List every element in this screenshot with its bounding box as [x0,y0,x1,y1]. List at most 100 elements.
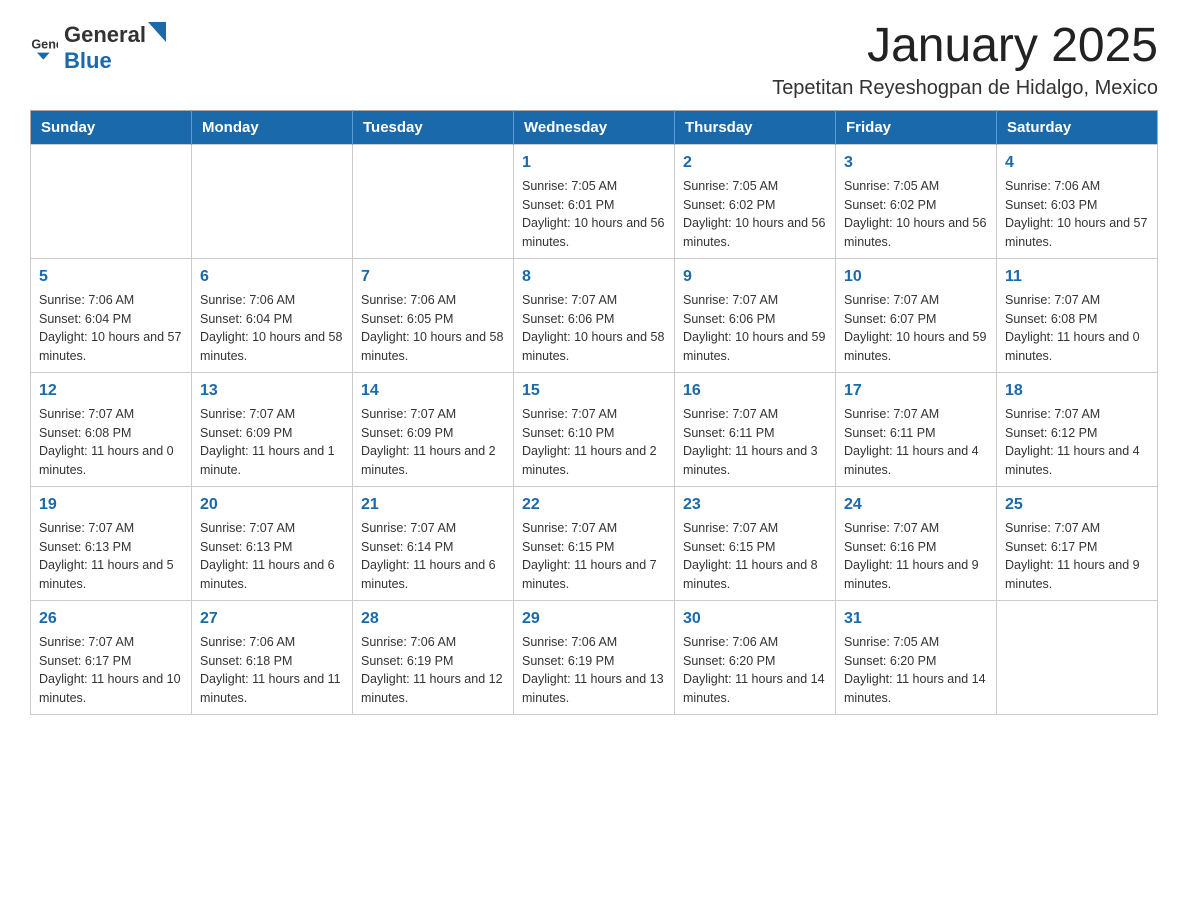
day-info: Sunrise: 7:07 AM Sunset: 6:16 PM Dayligh… [844,519,988,594]
day-number: 3 [844,151,988,175]
calendar-header-cell: Sunday [31,110,192,144]
calendar-day-cell [997,600,1158,714]
calendar-day-cell [353,144,514,258]
day-number: 1 [522,151,666,175]
calendar-day-cell: 11Sunrise: 7:07 AM Sunset: 6:08 PM Dayli… [997,258,1158,372]
month-title: January 2025 [772,20,1158,73]
calendar-day-cell: 4Sunrise: 7:06 AM Sunset: 6:03 PM Daylig… [997,144,1158,258]
day-info: Sunrise: 7:07 AM Sunset: 6:08 PM Dayligh… [39,405,183,480]
calendar-day-cell: 16Sunrise: 7:07 AM Sunset: 6:11 PM Dayli… [675,372,836,486]
calendar-week-row: 1Sunrise: 7:05 AM Sunset: 6:01 PM Daylig… [31,144,1158,258]
day-number: 9 [683,265,827,289]
day-number: 6 [200,265,344,289]
calendar-body: 1Sunrise: 7:05 AM Sunset: 6:01 PM Daylig… [31,144,1158,714]
calendar-day-cell: 13Sunrise: 7:07 AM Sunset: 6:09 PM Dayli… [192,372,353,486]
calendar-table: SundayMondayTuesdayWednesdayThursdayFrid… [30,110,1158,715]
calendar-header: SundayMondayTuesdayWednesdayThursdayFrid… [31,110,1158,144]
day-info: Sunrise: 7:06 AM Sunset: 6:19 PM Dayligh… [361,633,505,708]
day-number: 17 [844,379,988,403]
calendar-day-cell: 10Sunrise: 7:07 AM Sunset: 6:07 PM Dayli… [836,258,997,372]
day-number: 10 [844,265,988,289]
calendar-header-cell: Friday [836,110,997,144]
calendar-header-row: SundayMondayTuesdayWednesdayThursdayFrid… [31,110,1158,144]
svg-text:General: General [31,37,58,51]
day-info: Sunrise: 7:07 AM Sunset: 6:10 PM Dayligh… [522,405,666,480]
day-info: Sunrise: 7:07 AM Sunset: 6:09 PM Dayligh… [361,405,505,480]
logo-triangle-icon [148,22,168,44]
day-info: Sunrise: 7:05 AM Sunset: 6:20 PM Dayligh… [844,633,988,708]
logo-general-text: General [64,22,146,48]
calendar-week-row: 19Sunrise: 7:07 AM Sunset: 6:13 PM Dayli… [31,486,1158,600]
day-number: 25 [1005,493,1149,517]
day-info: Sunrise: 7:07 AM Sunset: 6:14 PM Dayligh… [361,519,505,594]
calendar-day-cell: 9Sunrise: 7:07 AM Sunset: 6:06 PM Daylig… [675,258,836,372]
day-info: Sunrise: 7:06 AM Sunset: 6:04 PM Dayligh… [39,291,183,366]
calendar-day-cell [192,144,353,258]
calendar-day-cell: 22Sunrise: 7:07 AM Sunset: 6:15 PM Dayli… [514,486,675,600]
calendar-day-cell: 3Sunrise: 7:05 AM Sunset: 6:02 PM Daylig… [836,144,997,258]
day-info: Sunrise: 7:06 AM Sunset: 6:18 PM Dayligh… [200,633,344,708]
calendar-day-cell [31,144,192,258]
logo: General General Blue [30,20,170,74]
day-info: Sunrise: 7:07 AM Sunset: 6:15 PM Dayligh… [522,519,666,594]
day-info: Sunrise: 7:07 AM Sunset: 6:12 PM Dayligh… [1005,405,1149,480]
calendar-week-row: 12Sunrise: 7:07 AM Sunset: 6:08 PM Dayli… [31,372,1158,486]
calendar-header-cell: Monday [192,110,353,144]
day-number: 29 [522,607,666,631]
day-number: 27 [200,607,344,631]
calendar-day-cell: 1Sunrise: 7:05 AM Sunset: 6:01 PM Daylig… [514,144,675,258]
day-number: 31 [844,607,988,631]
calendar-week-row: 26Sunrise: 7:07 AM Sunset: 6:17 PM Dayli… [31,600,1158,714]
day-number: 8 [522,265,666,289]
calendar-day-cell: 14Sunrise: 7:07 AM Sunset: 6:09 PM Dayli… [353,372,514,486]
calendar-day-cell: 26Sunrise: 7:07 AM Sunset: 6:17 PM Dayli… [31,600,192,714]
day-number: 15 [522,379,666,403]
logo-icon: General [30,33,58,61]
calendar-day-cell: 29Sunrise: 7:06 AM Sunset: 6:19 PM Dayli… [514,600,675,714]
calendar-day-cell: 5Sunrise: 7:06 AM Sunset: 6:04 PM Daylig… [31,258,192,372]
day-number: 2 [683,151,827,175]
calendar-day-cell: 21Sunrise: 7:07 AM Sunset: 6:14 PM Dayli… [353,486,514,600]
calendar-day-cell: 7Sunrise: 7:06 AM Sunset: 6:05 PM Daylig… [353,258,514,372]
calendar-day-cell: 15Sunrise: 7:07 AM Sunset: 6:10 PM Dayli… [514,372,675,486]
day-number: 30 [683,607,827,631]
calendar-day-cell: 31Sunrise: 7:05 AM Sunset: 6:20 PM Dayli… [836,600,997,714]
day-number: 22 [522,493,666,517]
day-info: Sunrise: 7:07 AM Sunset: 6:17 PM Dayligh… [39,633,183,708]
day-info: Sunrise: 7:07 AM Sunset: 6:09 PM Dayligh… [200,405,344,480]
day-number: 7 [361,265,505,289]
calendar-day-cell: 6Sunrise: 7:06 AM Sunset: 6:04 PM Daylig… [192,258,353,372]
day-info: Sunrise: 7:07 AM Sunset: 6:06 PM Dayligh… [522,291,666,366]
calendar-day-cell: 24Sunrise: 7:07 AM Sunset: 6:16 PM Dayli… [836,486,997,600]
day-info: Sunrise: 7:06 AM Sunset: 6:20 PM Dayligh… [683,633,827,708]
day-info: Sunrise: 7:05 AM Sunset: 6:02 PM Dayligh… [844,177,988,252]
calendar-header-cell: Saturday [997,110,1158,144]
calendar-day-cell: 17Sunrise: 7:07 AM Sunset: 6:11 PM Dayli… [836,372,997,486]
day-info: Sunrise: 7:07 AM Sunset: 6:17 PM Dayligh… [1005,519,1149,594]
calendar-header-cell: Thursday [675,110,836,144]
calendar-day-cell: 20Sunrise: 7:07 AM Sunset: 6:13 PM Dayli… [192,486,353,600]
day-info: Sunrise: 7:07 AM Sunset: 6:13 PM Dayligh… [39,519,183,594]
calendar-day-cell: 2Sunrise: 7:05 AM Sunset: 6:02 PM Daylig… [675,144,836,258]
day-number: 4 [1005,151,1149,175]
day-number: 14 [361,379,505,403]
calendar-day-cell: 19Sunrise: 7:07 AM Sunset: 6:13 PM Dayli… [31,486,192,600]
day-number: 24 [844,493,988,517]
calendar-day-cell: 8Sunrise: 7:07 AM Sunset: 6:06 PM Daylig… [514,258,675,372]
day-info: Sunrise: 7:07 AM Sunset: 6:11 PM Dayligh… [844,405,988,480]
day-number: 11 [1005,265,1149,289]
calendar-header-cell: Tuesday [353,110,514,144]
day-number: 12 [39,379,183,403]
calendar-day-cell: 27Sunrise: 7:06 AM Sunset: 6:18 PM Dayli… [192,600,353,714]
day-number: 28 [361,607,505,631]
day-number: 16 [683,379,827,403]
day-number: 21 [361,493,505,517]
calendar-day-cell: 18Sunrise: 7:07 AM Sunset: 6:12 PM Dayli… [997,372,1158,486]
calendar-day-cell: 25Sunrise: 7:07 AM Sunset: 6:17 PM Dayli… [997,486,1158,600]
day-number: 13 [200,379,344,403]
day-number: 20 [200,493,344,517]
calendar-day-cell: 28Sunrise: 7:06 AM Sunset: 6:19 PM Dayli… [353,600,514,714]
calendar-day-cell: 23Sunrise: 7:07 AM Sunset: 6:15 PM Dayli… [675,486,836,600]
calendar-day-cell: 30Sunrise: 7:06 AM Sunset: 6:20 PM Dayli… [675,600,836,714]
location-title: Tepetitan Reyeshogpan de Hidalgo, Mexico [772,77,1158,100]
